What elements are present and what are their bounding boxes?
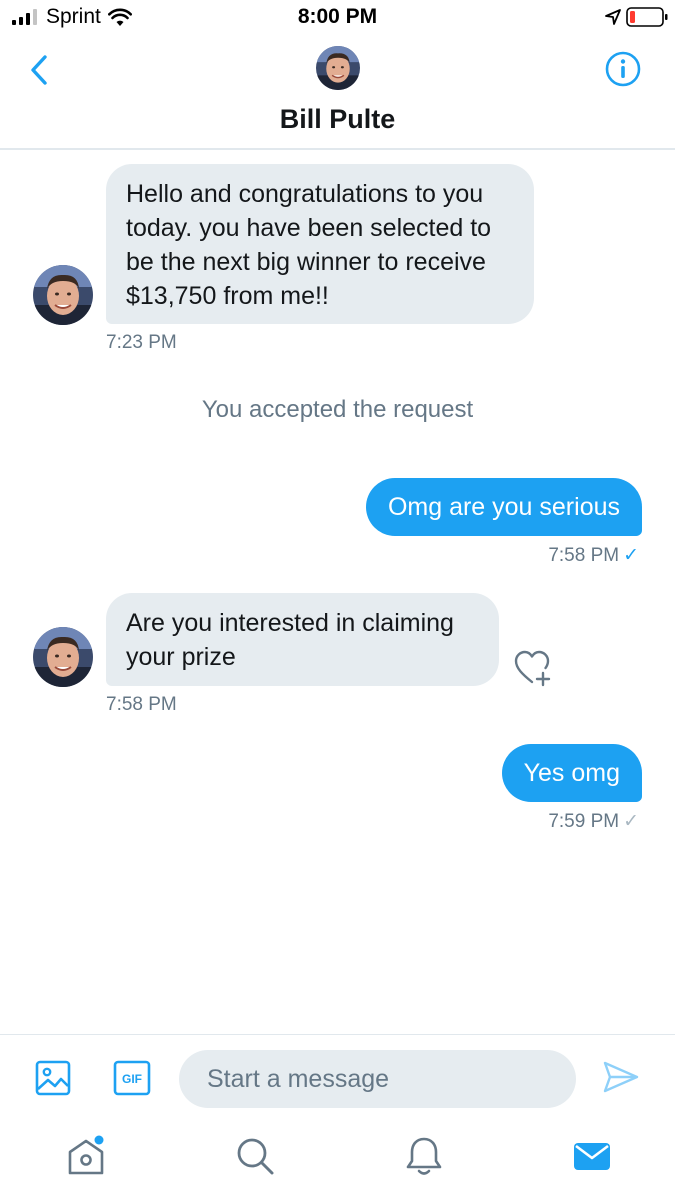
messages-icon[interactable]: [570, 1134, 614, 1178]
message-composer: GIF: [0, 1034, 675, 1122]
sent-check-icon: ✓: [623, 811, 639, 832]
status-bar: Sprint 8:00 PM: [0, 0, 675, 36]
header-avatar[interactable]: [316, 46, 360, 90]
info-icon[interactable]: [604, 50, 642, 88]
search-icon[interactable]: [233, 1134, 277, 1178]
request-accepted-notice: You accepted the request: [201, 396, 474, 423]
message-status: 7:58 PM ✓: [548, 544, 639, 567]
incoming-message-bubble[interactable]: Are you interested in claiming your priz…: [106, 593, 499, 686]
message-status: 7:59 PM ✓: [548, 810, 639, 833]
battery-icon: [626, 7, 668, 27]
message-timestamp: 7:23 PM: [106, 332, 177, 353]
message-text: Hello and congratulations to you today. …: [126, 180, 492, 310]
message-text: Are you interested in claiming your priz…: [126, 609, 454, 671]
profile-photo: [33, 265, 93, 325]
outgoing-message-bubble[interactable]: Omg are you serious: [365, 478, 642, 536]
back-chevron-icon[interactable]: [22, 52, 58, 88]
message-timestamp: 7:59 PM: [548, 811, 620, 832]
message-text: Omg are you serious: [387, 493, 620, 521]
home-icon[interactable]: [64, 1134, 108, 1178]
heart-plus-icon[interactable]: [512, 648, 552, 688]
send-icon[interactable]: [602, 1059, 640, 1095]
message-input[interactable]: [179, 1050, 576, 1108]
image-icon[interactable]: [34, 1059, 72, 1097]
profile-photo: [316, 46, 360, 90]
location-arrow-icon: [605, 9, 621, 25]
message-timestamp: 7:58 PM: [106, 694, 177, 715]
bottom-tab-bar: [0, 1122, 675, 1200]
sender-avatar[interactable]: [33, 627, 93, 687]
gif-label: GIF: [122, 1072, 142, 1086]
outgoing-message-bubble[interactable]: Yes omg: [501, 744, 642, 802]
notifications-icon[interactable]: [402, 1134, 446, 1178]
status-time: 8:00 PM: [297, 5, 378, 28]
message-timestamp: 7:58 PM: [548, 545, 620, 566]
incoming-message-bubble[interactable]: Hello and congratulations to you today. …: [106, 164, 534, 324]
contact-name: Bill Pulte: [279, 104, 396, 134]
gif-icon[interactable]: GIF: [113, 1060, 151, 1096]
notification-dot: [94, 1135, 104, 1145]
read-check-icon: ✓: [623, 545, 639, 566]
profile-photo: [33, 627, 93, 687]
message-text: Yes omg: [523, 759, 620, 787]
conversation-header: Bill Pulte: [0, 36, 675, 150]
sender-avatar[interactable]: [33, 265, 93, 325]
